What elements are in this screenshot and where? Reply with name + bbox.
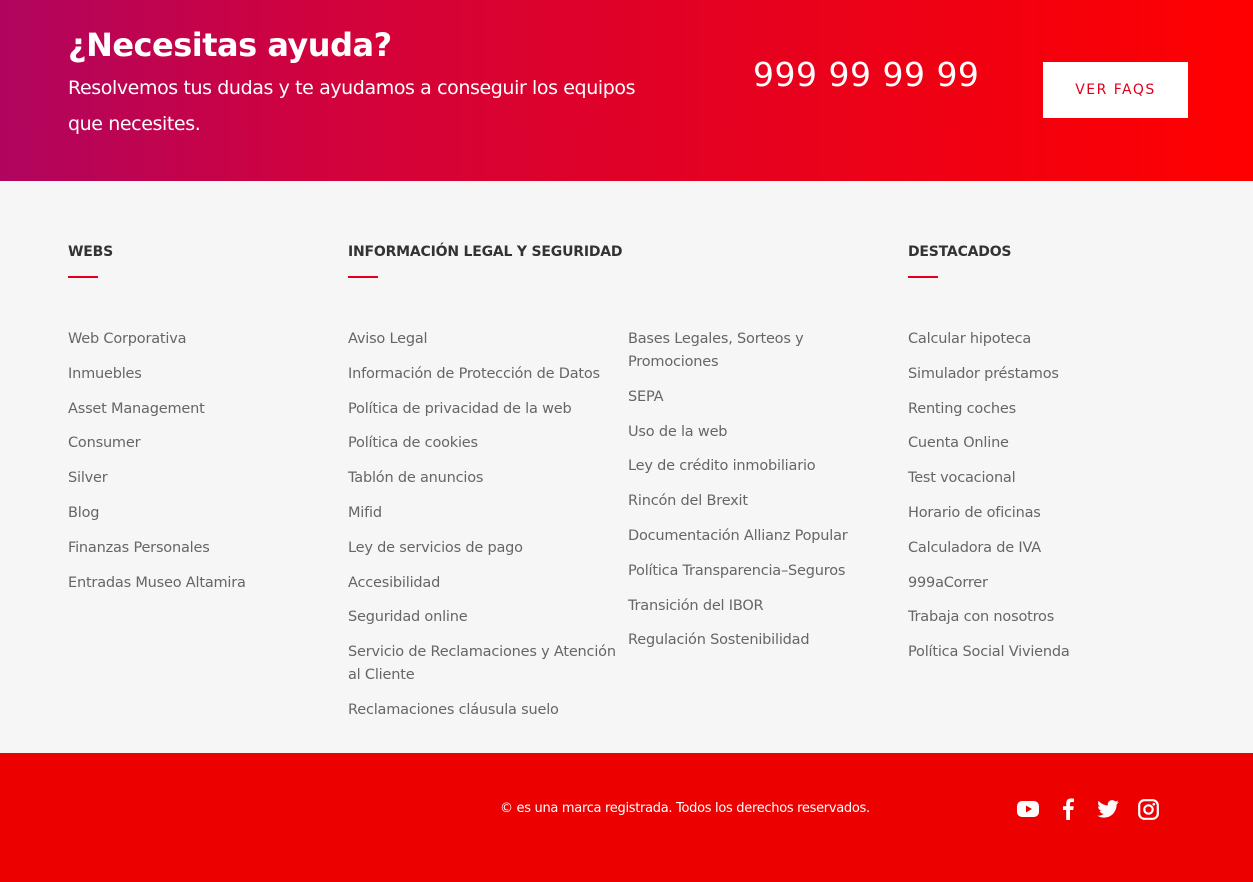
footer-link[interactable]: Inmuebles	[68, 363, 328, 386]
heading-underline	[348, 276, 378, 278]
footer-link[interactable]: Transición del IBOR	[628, 595, 898, 618]
help-phone-number[interactable]: 999 99 99 99	[753, 55, 979, 94]
footer-link[interactable]: Horario de oficinas	[908, 502, 1188, 525]
footer-link[interactable]: Web Corporativa	[68, 328, 328, 351]
twitter-icon[interactable]	[1096, 797, 1120, 821]
footer-link[interactable]: 999aCorrer	[908, 572, 1188, 595]
footer-link[interactable]: Servicio de Reclamaciones y Atención al …	[348, 641, 618, 687]
footer-link[interactable]: Uso de la web	[628, 421, 898, 444]
footer-link[interactable]: Política Social Vivienda	[908, 641, 1188, 664]
footer-link[interactable]: Política de cookies	[348, 432, 618, 455]
column-heading-legal: INFORMACIÓN LEGAL Y SEGURIDAD	[348, 244, 623, 260]
footer-link[interactable]: Simulador préstamos	[908, 363, 1188, 386]
help-banner: ¿Necesitas ayuda? Resolvemos tus dudas y…	[0, 0, 1253, 181]
footer-link[interactable]: Política de privacidad de la web	[348, 398, 618, 421]
footer-link[interactable]: Blog	[68, 502, 328, 525]
help-subtitle: Resolvemos tus dudas y te ayudamos a con…	[68, 77, 636, 135]
link-list-legal: Aviso Legal Información de Protección de …	[348, 328, 618, 734]
footer-link[interactable]: Información de Protección de Datos	[348, 363, 618, 386]
footer-link[interactable]: Reclamaciones cláusula suelo	[348, 699, 618, 722]
youtube-icon[interactable]	[1016, 797, 1040, 821]
footer-link[interactable]: Seguridad online	[348, 606, 618, 629]
footer-link[interactable]: Ley de servicios de pago	[348, 537, 618, 560]
footer-link[interactable]: Bases Legales, Sorteos y Promociones	[628, 328, 898, 374]
footer-link[interactable]: Regulación Sostenibilidad	[628, 629, 898, 652]
footer-link[interactable]: Calculadora de IVA	[908, 537, 1188, 560]
footer-link[interactable]: Renting coches	[908, 398, 1188, 421]
footer-link[interactable]: Cuenta Online	[908, 432, 1188, 455]
help-title: ¿Necesitas ayuda?	[68, 26, 392, 64]
column-heading-destacados: DESTACADOS	[908, 244, 1012, 260]
footer-link[interactable]: Aviso Legal	[348, 328, 618, 351]
footer-link[interactable]: Rincón del Brexit	[628, 490, 898, 513]
footer-link[interactable]: Entradas Museo Altamira	[68, 572, 328, 595]
footer-link[interactable]: Documentación Allianz Popular	[628, 525, 898, 548]
column-heading-webs: WEBS	[68, 244, 113, 260]
footer-link[interactable]: Accesibilidad	[348, 572, 618, 595]
link-list-legal-2: Bases Legales, Sorteos y Promociones SEPA…	[628, 328, 898, 664]
footer-link[interactable]: Test vocacional	[908, 467, 1188, 490]
footer-link[interactable]: Política Transparencia–Seguros	[628, 560, 898, 583]
footer-link[interactable]: Asset Management	[68, 398, 328, 421]
footer-link[interactable]: Trabaja con nosotros	[908, 606, 1188, 629]
facebook-icon[interactable]	[1056, 797, 1080, 821]
link-list-destacados: Calcular hipoteca Simulador préstamos Rent…	[908, 328, 1188, 676]
link-list-webs: Web Corporativa Inmuebles Asset Management…	[68, 328, 328, 606]
footer-link[interactable]: SEPA	[628, 386, 898, 409]
footer-link[interactable]: Tablón de anuncios	[348, 467, 618, 490]
footer-link[interactable]: Ley de crédito inmobiliario	[628, 455, 898, 478]
heading-underline	[68, 276, 98, 278]
faq-button[interactable]: VER FAQS	[1043, 62, 1188, 118]
instagram-icon[interactable]	[1136, 797, 1160, 821]
footer-links-section: WEBS Web Corporativa Inmuebles Asset Manag…	[0, 181, 1253, 753]
footer-link[interactable]: Mifid	[348, 502, 618, 525]
footer-link[interactable]: Silver	[68, 467, 328, 490]
copyright-text: © es una marca registrada. Todos los der…	[500, 801, 870, 816]
footer-link[interactable]: Calcular hipoteca	[908, 328, 1188, 351]
footer-link[interactable]: Consumer	[68, 432, 328, 455]
bottom-bar: © es una marca registrada. Todos los der…	[0, 753, 1253, 882]
heading-underline	[908, 276, 938, 278]
footer-link[interactable]: Finanzas Personales	[68, 537, 328, 560]
